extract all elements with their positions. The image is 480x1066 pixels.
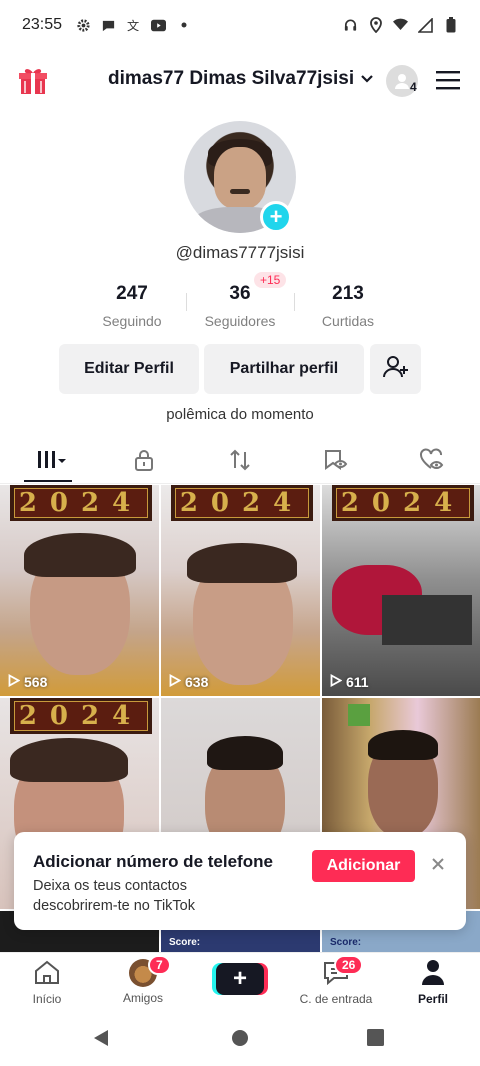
view-count: 638 [169,673,209,690]
view-count: 568 [8,673,48,690]
inbox-badge: 26 [334,955,364,975]
repost-icon [228,448,252,477]
chat-bubble-icon [101,18,116,33]
tab-liked[interactable] [412,447,452,477]
add-phone-prompt: Adicionar número de telefone Deixa os te… [14,832,466,930]
view-count-value: 568 [24,674,48,690]
banner-text: 2024 [175,488,309,518]
status-time: 23:55 [22,16,63,33]
view-count: 611 [330,673,369,690]
add-photo-plus-icon[interactable]: + [260,201,292,233]
add-friend-button[interactable] [370,344,421,394]
following-count: 247 [116,283,148,304]
home-icon [33,960,61,988]
profile-header: dimas77 Dimas Silva77jsisi 4 [0,50,480,112]
prompt-body: Deixa os teus contactos descobrirem-te n… [33,878,195,914]
year-banner: 2024 [171,485,313,521]
profile-person-icon [419,960,447,988]
bottom-nav: Início Amigos 7 + C. de entrada 26 Perfi… [0,952,480,1010]
following-label: Seguindo [102,313,162,329]
view-count-value: 611 [346,674,369,690]
tab-videos[interactable] [28,448,72,476]
profile-stats: 247 Seguindo 36 Seguidores 213 Curtidas [0,283,480,333]
share-profile-button[interactable]: Partilhar perfil [204,344,364,394]
wifi-icon [393,18,408,33]
account-switcher[interactable]: dimas77 Dimas Silva77jsisi [108,68,374,90]
score-label: Score: [169,937,201,948]
nav-friends[interactable]: Amigos [98,959,188,1005]
svg-text:文: 文 [127,18,139,33]
stat-following[interactable]: 247 Seguindo [77,283,187,329]
view-count-value: 638 [185,674,209,690]
friends-badge: 7 [148,955,171,975]
followers-label: Seguidores [204,313,276,329]
settings-gear-icon [76,18,91,33]
nav-friends-label: Amigos [122,991,163,1005]
profile-bio: polêmica do momento [166,406,314,423]
year-banner: 2024 [10,698,152,734]
likes-label: Curtidas [321,313,375,329]
video-thumbnail[interactable]: 2024 611 [322,485,480,696]
gift-icon[interactable] [18,66,48,101]
back-icon[interactable] [92,1028,110,1053]
video-grid-icon [33,449,67,476]
tab-reposts[interactable] [220,448,260,476]
play-icon [169,673,182,690]
heart-hidden-icon [419,447,445,477]
nav-home-label: Início [32,992,62,1006]
followers-count: 36 [229,283,251,304]
banner-text: 2024 [336,488,470,518]
lock-icon [133,448,155,477]
play-icon [8,673,21,690]
add-phone-button[interactable]: Adicionar [312,850,415,882]
nav-home[interactable]: Início [2,959,92,1006]
profile-actions: Editar Perfil Partilhar perfil [0,344,480,396]
likes-count: 213 [332,283,364,304]
add-person-icon [382,354,409,385]
content-tabs [0,440,480,484]
close-icon[interactable] [428,854,448,874]
stat-likes[interactable]: 213 Curtidas [293,283,403,329]
tab-favorites[interactable] [316,448,356,476]
username-handle: @dimas7777jsisi [175,243,305,262]
video-thumbnail[interactable]: 2024 638 [161,485,320,696]
year-banner: 2024 [332,485,474,521]
dot-icon [176,18,191,33]
bookmark-hidden-icon [323,448,349,477]
location-icon [368,17,383,33]
system-nav-bar [0,1010,480,1066]
active-tab-indicator [24,480,72,482]
nav-inbox-label: C. de entrada [299,992,373,1006]
year-banner: 2024 [10,485,152,521]
banner-text: 2024 [14,488,148,518]
video-thumbnail[interactable]: 2024 568 [0,485,159,696]
signal-icon [418,17,433,33]
status-bar: 23:55 文 [0,0,480,50]
recents-square-icon[interactable] [367,1029,385,1052]
account-name: dimas77 Dimas Silva77jsisi [108,68,355,89]
nav-profile[interactable]: Perfil [388,959,478,1006]
edit-profile-button[interactable]: Editar Perfil [59,344,199,394]
score-label: Score: [330,937,362,948]
prompt-title: Adicionar número de telefone [33,852,273,871]
tab-private[interactable] [124,448,164,476]
friends-count: 4 [410,80,417,94]
create-plus-button[interactable]: + [216,963,264,995]
translate-icon: 文 [126,18,141,33]
stat-followers[interactable]: 36 Seguidores [185,283,295,329]
home-circle-icon[interactable] [231,1029,249,1052]
battery-icon [443,17,458,33]
headphones-icon [343,18,358,33]
hamburger-menu-icon[interactable] [436,70,460,95]
youtube-icon [151,18,167,33]
inbox-icon [322,962,350,988]
play-icon [330,673,343,690]
banner-text: 2024 [14,701,148,731]
chevron-down-icon [360,68,374,90]
nav-profile-label: Perfil [417,992,448,1006]
